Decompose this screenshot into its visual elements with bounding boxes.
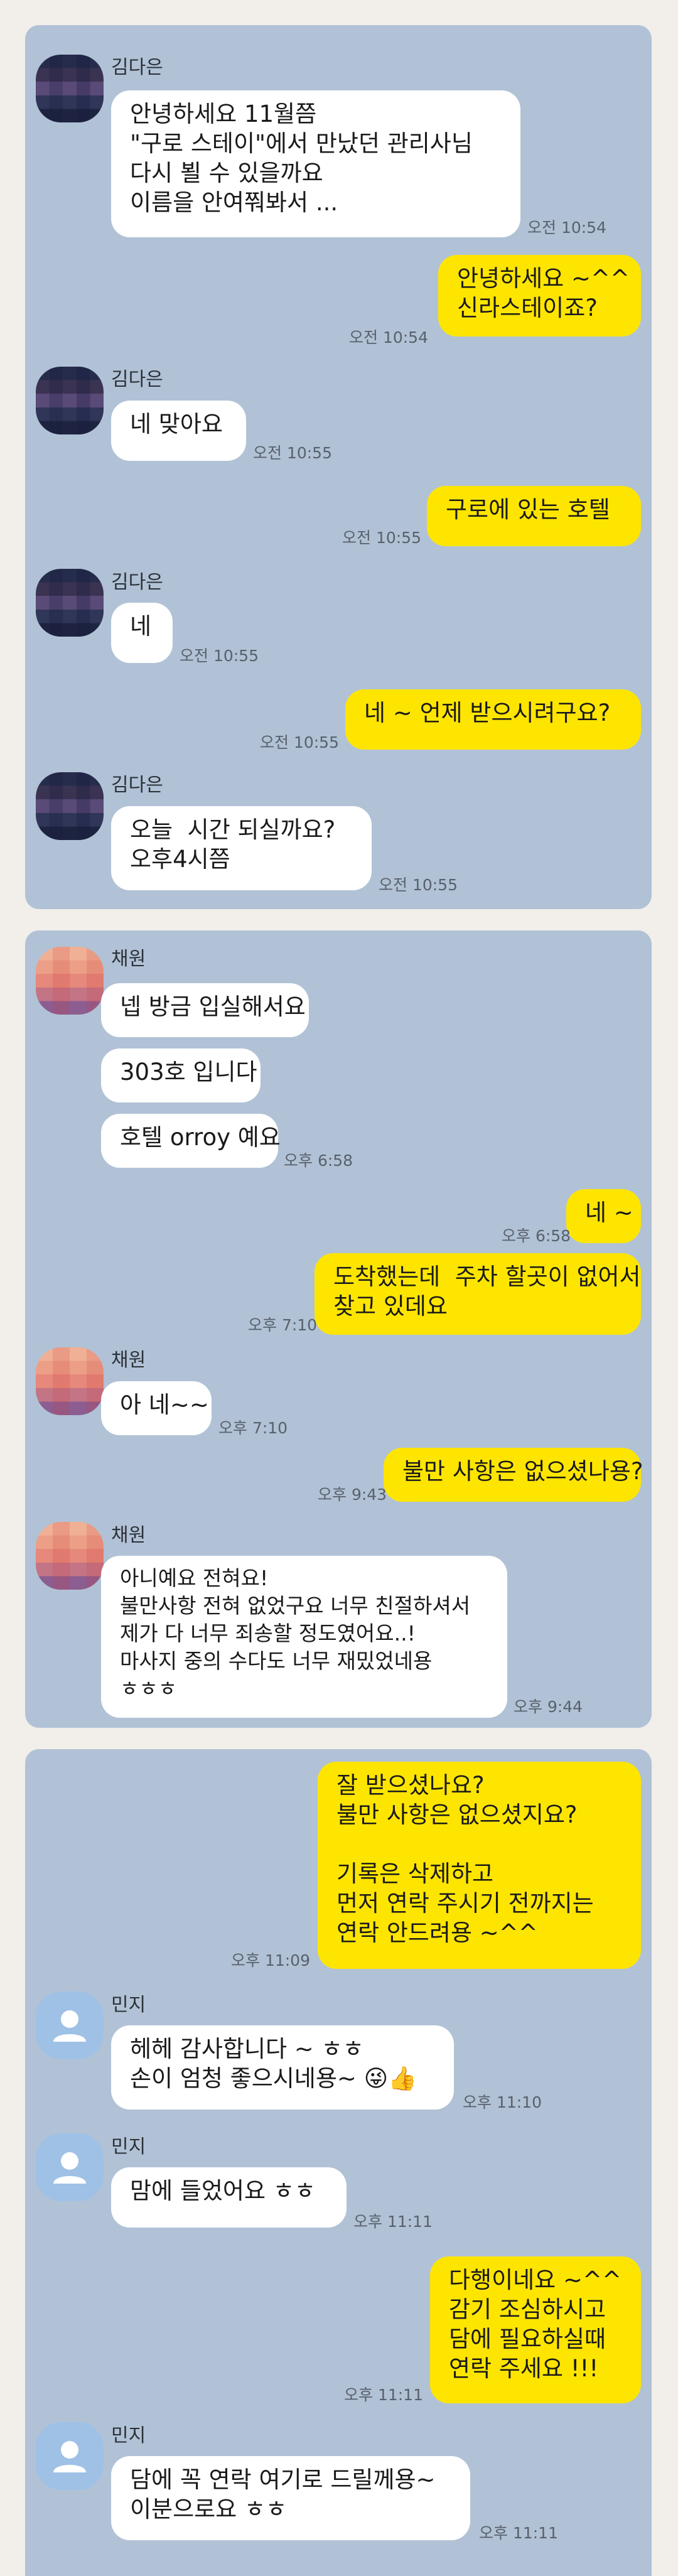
message-time: 오후 11:11 (479, 2524, 558, 2542)
message-time: 오후 11:11 (344, 2386, 423, 2404)
message-time: 오전 10:55 (342, 529, 421, 547)
sender-name: 김다은 (111, 57, 163, 78)
chat-screenshot-2: 채원 넵 방금 입실해서요 303호 입니다 호텔 orroy 예요 오후 6:… (25, 930, 652, 1728)
message-bubble[interactable]: 구로에 있는 호텔 (427, 486, 641, 546)
message-time: 오후 11:11 (353, 2212, 433, 2231)
message-time: 오후 11:09 (231, 1951, 310, 1970)
profile-avatar[interactable] (36, 1991, 104, 2059)
message-time: 오후 6:58 (284, 1151, 353, 1170)
default-person-icon (53, 2152, 86, 2184)
message-bubble[interactable]: 303호 입니다 (101, 1048, 261, 1102)
sender-name: 김다은 (111, 774, 163, 796)
message-time: 오전 10:55 (253, 444, 332, 462)
message-bubble[interactable]: 잘 받으셨나요? 불만 사항은 없으셨지요? 기록은 삭제하고 먼저 연락 주시… (318, 1762, 641, 1969)
sender-name: 민지 (111, 2136, 146, 2158)
profile-avatar[interactable] (36, 772, 104, 840)
sender-name: 민지 (111, 1994, 146, 2016)
message-bubble[interactable]: 도착했는데 주차 할곳이 없어서 찾고 있데요 (315, 1253, 641, 1335)
chat-screenshot-3: 잘 받으셨나요? 불만 사항은 없으셨지요? 기록은 삭제하고 먼저 연락 주시… (25, 1749, 652, 2576)
message-time: 오전 10:55 (180, 647, 259, 665)
message-bubble[interactable]: 안녕하세요 ~^^ 신라스테이죠? (438, 255, 641, 337)
profile-avatar[interactable] (36, 2422, 104, 2490)
sender-name: 김다은 (111, 369, 163, 391)
message-bubble[interactable]: 아니예요 전혀요! 불만사항 전혀 없었구요 너무 친절하셔서 제가 다 너무 … (101, 1556, 507, 1718)
message-bubble[interactable]: 다행이네요 ~^^ 감기 조심하시고 담에 필요하실때 연락 주세요 !!! (430, 2256, 641, 2403)
message-bubble[interactable]: 네 맞아요 (111, 401, 246, 461)
chat-screenshot-1: 김다은 안녕하세요 11월쯤 "구로 스테이"에서 만났던 관리사님 다시 뵐 … (25, 25, 652, 909)
message-time: 오전 10:55 (379, 876, 458, 894)
message-bubble[interactable]: 맘에 들었어요 ㅎㅎ (111, 2167, 347, 2228)
message-time: 오전 10:54 (527, 218, 606, 237)
default-person-icon (53, 2010, 86, 2042)
message-time: 오후 6:58 (502, 1227, 571, 1245)
profile-avatar[interactable] (36, 947, 104, 1015)
message-bubble[interactable]: 넵 방금 입실해서요 (101, 983, 309, 1037)
message-bubble[interactable]: 네 ~ 언제 받으시려구요? (345, 689, 641, 750)
sender-name: 민지 (111, 2425, 146, 2447)
message-time: 오후 7:10 (248, 1316, 318, 1334)
message-bubble[interactable]: 네 (111, 603, 173, 663)
profile-avatar[interactable] (36, 569, 104, 637)
message-bubble[interactable]: 담에 꼭 연락 여기로 드릴께용~ 이분으로요 ㅎㅎ (111, 2456, 470, 2540)
message-time: 오후 9:43 (318, 1485, 387, 1504)
sender-name: 김다은 (111, 571, 163, 593)
default-person-icon (53, 2441, 86, 2472)
profile-avatar[interactable] (36, 1347, 104, 1415)
profile-avatar[interactable] (36, 55, 104, 122)
message-time: 오전 10:55 (260, 733, 339, 752)
message-bubble[interactable]: 오늘 시간 되실까요? 오후4시쯤 (111, 806, 372, 890)
sender-name: 채원 (111, 1349, 146, 1371)
sender-name: 채원 (111, 948, 146, 970)
message-bubble[interactable]: 아 네~~ (101, 1381, 212, 1435)
profile-avatar[interactable] (36, 2133, 104, 2201)
sender-name: 채원 (111, 1524, 146, 1546)
message-bubble[interactable]: 불만 사항은 없으셨나용? (384, 1448, 643, 1502)
profile-avatar[interactable] (36, 1522, 104, 1590)
message-time: 오전 10:54 (349, 328, 428, 347)
message-time: 오후 7:10 (218, 1419, 288, 1437)
profile-avatar[interactable] (36, 367, 104, 434)
message-time: 오후 9:44 (514, 1698, 583, 1716)
message-time: 오후 11:10 (463, 2093, 542, 2111)
message-bubble[interactable]: 안녕하세요 11월쯤 "구로 스테이"에서 만났던 관리사님 다시 뵐 수 있을… (111, 90, 520, 237)
message-bubble[interactable]: 호텔 orroy 예요 (101, 1114, 281, 1168)
message-bubble[interactable]: 네 ~ (566, 1189, 641, 1243)
message-bubble[interactable]: 헤헤 감사합니다 ~ ㅎㅎ 손이 엄청 좋으시네용~ 😜👍 (111, 2025, 454, 2110)
